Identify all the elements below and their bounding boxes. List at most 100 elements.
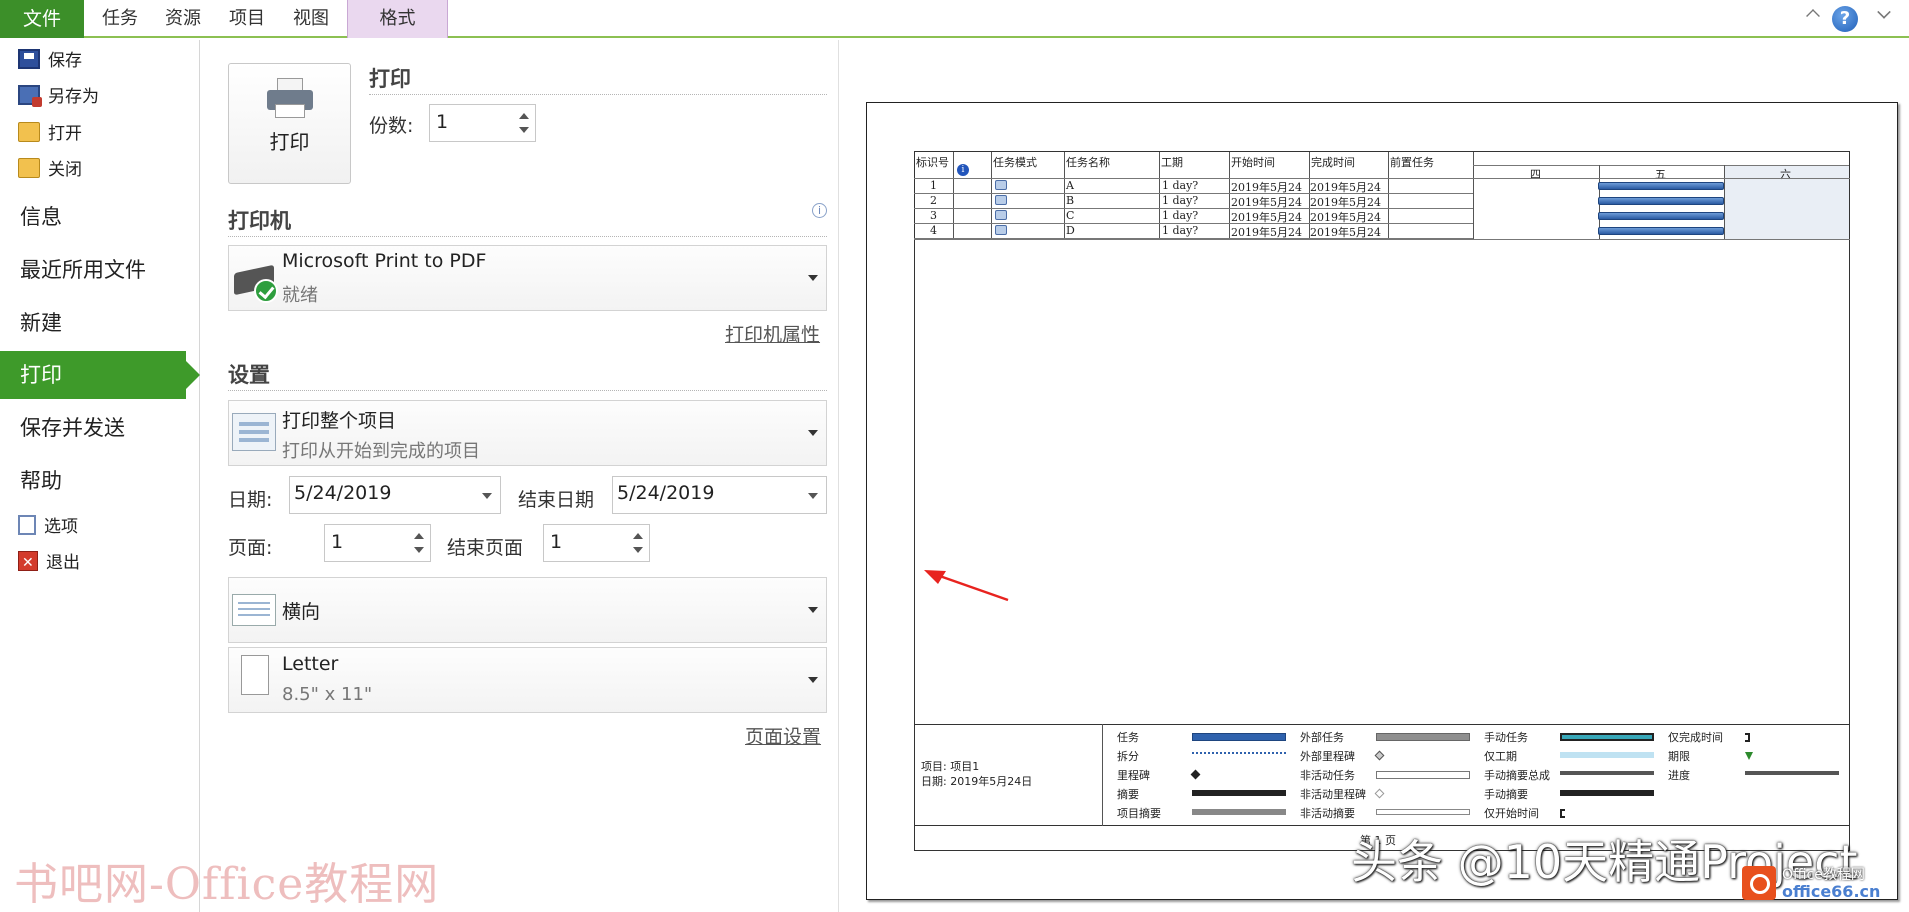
nav-item-new[interactable]: 新建 — [0, 299, 200, 347]
nav-item-info[interactable]: 信息 — [0, 193, 200, 241]
legend-label: 外部任务 — [1300, 731, 1344, 744]
exit-command[interactable]: 退出 — [18, 548, 80, 578]
dropdown-arrow-icon — [808, 275, 818, 281]
spin-up-icon[interactable] — [633, 533, 643, 539]
nav-item-help[interactable]: 帮助 — [0, 457, 200, 505]
open-command[interactable]: 打开 — [18, 119, 82, 149]
start-date-field[interactable]: 5/24/2019 — [289, 476, 501, 514]
orientation-dropdown[interactable]: 横向 — [228, 577, 827, 643]
save-command[interactable]: 保存 — [18, 46, 82, 76]
table-row-duration: 1 day? — [1162, 209, 1199, 222]
spin-down-icon[interactable] — [414, 547, 424, 553]
spin-down-icon[interactable] — [519, 127, 529, 133]
project-pages-icon — [232, 413, 276, 451]
nav-item-save-send[interactable]: 保存并发送 — [0, 404, 200, 452]
legend-symbol — [1376, 809, 1470, 815]
printer-section-title: 打印机 — [228, 209, 291, 233]
printer-properties-link[interactable]: 打印机属性 — [725, 320, 820, 347]
print-button[interactable]: 打印 — [228, 63, 351, 184]
table-row-start: 2019年5月24 — [1231, 211, 1302, 224]
grid-column-line — [991, 152, 992, 240]
gantt-task-bar — [1598, 212, 1724, 220]
legend-symbol — [1192, 733, 1286, 741]
spin-up-icon[interactable] — [414, 533, 424, 539]
table-row-finish: 2019年5月24 — [1310, 211, 1381, 224]
dropdown-arrow-icon — [808, 607, 818, 613]
calendar-dropdown-icon[interactable] — [808, 493, 818, 499]
info-icon[interactable]: i — [812, 203, 827, 218]
print-button-label: 打印 — [269, 130, 310, 154]
print-range-desc: 打印从开始到完成的项目 — [282, 441, 480, 462]
legend-label: 进度 — [1668, 769, 1690, 782]
legend-label: 拆分 — [1117, 750, 1139, 763]
orientation-value: 横向 — [282, 601, 321, 623]
options-command[interactable]: 选项 — [18, 512, 78, 542]
tab-file[interactable]: 文件 — [0, 0, 84, 38]
collapse-ribbon-icon[interactable] — [1806, 9, 1820, 23]
end-page-stepper[interactable]: 1 — [543, 524, 650, 562]
print-range-dropdown[interactable]: 打印整个项目 打印从开始到完成的项目 — [228, 400, 827, 466]
legend-label: 仅工期 — [1484, 750, 1517, 763]
auto-schedule-icon — [995, 195, 1007, 205]
spin-down-icon[interactable] — [633, 547, 643, 553]
tab-task[interactable]: 任务 — [88, 0, 152, 38]
legend-label: 非活动任务 — [1300, 769, 1355, 782]
table-row-start: 2019年5月24 — [1231, 226, 1302, 239]
table-row-duration: 1 day? — [1162, 179, 1199, 192]
legend-label: 里程碑 — [1117, 769, 1150, 782]
spin-up-icon[interactable] — [519, 113, 529, 119]
table-row-duration: 1 day? — [1162, 224, 1199, 237]
page-setup-link[interactable]: 页面设置 — [745, 722, 821, 749]
start-date-value: 5/24/2019 — [294, 482, 392, 504]
paper-name: Letter — [282, 653, 339, 675]
legend-symbol — [1192, 752, 1286, 754]
tab-format[interactable]: 格式 — [347, 0, 448, 38]
legend-symbol — [1560, 771, 1654, 775]
dropdown-arrow-icon — [808, 677, 818, 683]
end-date-label: 结束日期 — [518, 489, 595, 511]
tab-resource[interactable]: 资源 — [151, 0, 215, 38]
tab-view[interactable]: 视图 — [279, 0, 343, 38]
column-header: 开始时间 — [1231, 156, 1275, 169]
legend-label: 外部里程碑 — [1300, 750, 1355, 763]
table-row-id: 3 — [930, 209, 937, 222]
nav-item-recent[interactable]: 最近所用文件 — [0, 246, 200, 294]
column-header: 前置任务 — [1390, 156, 1434, 169]
table-row-start: 2019年5月24 — [1231, 181, 1302, 194]
calendar-dropdown-icon[interactable] — [482, 493, 492, 499]
auto-schedule-icon — [995, 180, 1007, 190]
paper-size-dropdown[interactable]: Letter 8.5" x 11" — [228, 647, 827, 713]
legend-label: 期限 — [1668, 750, 1690, 763]
copies-label: 份数: — [369, 115, 414, 137]
legend-symbol — [1560, 809, 1565, 818]
office-logo-icon — [1742, 866, 1776, 900]
paper-icon — [241, 655, 269, 695]
close-command[interactable]: 关闭 — [18, 155, 82, 185]
printer-ready-icon — [234, 264, 278, 303]
nav-item-print[interactable]: 打印 — [0, 351, 200, 399]
table-row-name: D — [1066, 224, 1075, 237]
close-label: 关闭 — [48, 160, 82, 180]
copies-stepper[interactable]: 1 — [429, 104, 536, 142]
column-header: 标识号 — [916, 156, 949, 169]
gantt-task-bar — [1598, 182, 1724, 190]
legend-label: 仅开始时间 — [1484, 807, 1539, 820]
printer-status: 就绪 — [282, 285, 318, 306]
start-page-stepper[interactable]: 1 — [324, 524, 431, 562]
auto-schedule-icon — [995, 225, 1007, 235]
tab-project[interactable]: 项目 — [215, 0, 279, 38]
save-icon — [18, 49, 40, 69]
save-as-label: 另存为 — [48, 87, 99, 107]
table-row-finish: 2019年5月24 — [1310, 226, 1381, 239]
end-date-value: 5/24/2019 — [617, 482, 715, 504]
printer-dropdown[interactable]: Microsoft Print to PDF 就绪 — [228, 245, 827, 311]
column-header: 完成时间 — [1311, 156, 1355, 169]
chevron-down-icon[interactable] — [1877, 5, 1891, 19]
end-date-field[interactable]: 5/24/2019 — [612, 476, 827, 514]
save-as-command[interactable]: 另存为 — [18, 82, 99, 112]
help-icon[interactable]: ? — [1832, 6, 1858, 32]
watermark-logo: Office教程网 office66.cn — [1742, 864, 1902, 904]
watermark-logo-top: Office教程网 — [1782, 867, 1865, 883]
legend-symbol — [1376, 771, 1470, 779]
legend-symbol — [1192, 809, 1286, 815]
